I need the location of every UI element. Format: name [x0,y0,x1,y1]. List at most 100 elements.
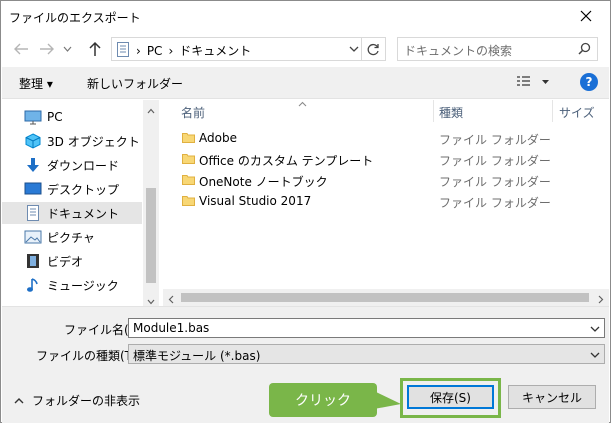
nav-item-label: PC [47,110,63,124]
file-row[interactable]: Adobe ファイル フォルダー [163,128,609,149]
nav-item-pc[interactable]: PC [2,106,142,128]
refresh-icon [367,43,379,55]
music-icon [24,277,42,293]
save-button-label: 保存(S) [430,390,471,405]
scroll-thumb[interactable] [146,188,156,283]
folder-icon [182,153,195,167]
filetype-label: ファイルの種類(T): [36,349,141,363]
arrow-up-icon [89,41,101,56]
file-list-horizontal-scrollbar[interactable] [163,289,609,306]
cancel-button-label: キャンセル [521,390,582,405]
view-list-icon [517,76,549,86]
organize-menu[interactable]: 整理 ▾ [19,75,53,92]
navigation-pane-scrollbar[interactable] [143,100,159,306]
column-header-size[interactable]: サイズ [559,100,595,122]
scroll-up-icon[interactable] [147,103,155,117]
folder-icon [182,195,195,209]
window-title: ファイルのエクスポート [9,11,141,25]
column-divider[interactable] [552,100,553,122]
nav-item-videos[interactable]: ビデオ [2,250,142,272]
sort-ascending-icon [298,96,307,110]
file-row[interactable]: Office のカスタム テンプレート ファイル フォルダー [163,149,609,170]
pc-icon [24,109,42,125]
documents-icon [24,205,42,221]
nav-item-3d-objects[interactable]: 3D オブジェクト [2,130,142,152]
breadcrumb-separator-icon: › [136,43,141,58]
column-divider[interactable] [433,100,434,122]
chevron-down-icon [590,326,600,332]
callout-pointer-icon [374,391,401,409]
help-button[interactable]: ? [580,73,598,91]
file-row[interactable]: OneNote ノートブック ファイル フォルダー [163,170,609,191]
refresh-button[interactable] [361,38,385,60]
save-button[interactable]: 保存(S) [407,385,494,409]
breadcrumb-pc[interactable]: PC [147,44,163,58]
file-type: ファイル フォルダー [439,196,551,210]
file-row[interactable]: Visual Studio 2017 ファイル フォルダー [163,191,609,212]
cancel-button[interactable]: キャンセル [508,385,596,409]
search-placeholder: ドキュメントの検索 [404,44,513,58]
documents-icon [116,42,130,60]
file-type: ファイル フォルダー [439,133,551,147]
column-header-type[interactable]: 種類 [439,100,463,122]
address-bar[interactable]: › PC › ドキュメント [111,37,386,61]
nav-item-documents[interactable]: ドキュメント [2,202,142,224]
search-input[interactable]: ドキュメントの検索 [397,37,598,61]
nav-item-desktop[interactable]: デスクトップ [2,178,142,200]
3d-objects-icon [24,133,42,149]
new-folder-button[interactable]: 新しいフォルダー [87,75,183,92]
callout-label: クリック [295,393,351,409]
view-options-button[interactable] [516,75,550,92]
nav-item-label: ドキュメント [47,206,120,221]
nav-item-label: ピクチャ [47,230,95,245]
filename-history-dropdown[interactable] [590,322,600,336]
scroll-left-icon[interactable] [168,293,174,307]
filetype-dropdown[interactable] [590,348,600,362]
up-button[interactable] [85,39,105,59]
title-bar: ファイルのエクスポート [1,1,610,32]
command-bar: 整理 ▾ 新しいフォルダー ? [2,67,609,99]
click-callout: クリック [269,383,377,417]
nav-item-label: デスクトップ [47,182,120,197]
breadcrumb-documents[interactable]: ドキュメント [179,42,251,59]
search-icon [578,42,591,58]
nav-item-pictures[interactable]: ピクチャ [2,226,142,248]
save-form: ファイル名(N): Module1.bas ファイルの種類(T): 標準モジュー… [2,306,609,423]
download-icon [24,157,42,173]
file-name: Office のカスタム テンプレート [199,154,374,168]
file-type: ファイル フォルダー [439,154,551,168]
filename-input[interactable]: Module1.bas [128,318,605,338]
chevron-down-icon [590,352,600,358]
video-icon [24,253,42,269]
navigation-pane: PC 3D オブジェクト ダウンロード デスクトップ ドキュメント ピクチャ ビ… [2,100,160,306]
nav-item-downloads[interactable]: ダウンロード [2,154,142,176]
navigation-bar: › PC › ドキュメント ドキュメントの検索 [1,35,610,63]
recent-locations-button[interactable] [61,39,73,59]
scroll-down-icon[interactable] [147,294,155,306]
desktop-icon [24,181,42,197]
filetype-select[interactable]: 標準モジュール (*.bas) [128,344,605,364]
file-name: OneNote ノートブック [199,175,328,189]
nav-item-label: 3D オブジェクト [47,134,140,149]
arrow-right-icon [40,43,54,55]
filetype-value: 標準モジュール (*.bas) [133,349,261,363]
breadcrumb: › PC › ドキュメント [136,42,251,59]
chevron-down-icon [349,46,359,52]
close-button[interactable] [566,1,606,31]
nav-item-label: ダウンロード [47,158,120,173]
pictures-icon [24,229,42,245]
nav-item-label: ミュージック [47,278,119,293]
nav-item-music[interactable]: ミュージック [2,274,142,296]
breadcrumb-separator-icon: › [168,43,174,58]
chevron-down-icon [63,46,71,52]
file-list: 名前 種類 サイズ Adobe ファイル フォルダー Office のカスタム … [163,100,609,306]
file-type: ファイル フォルダー [439,175,551,189]
address-dropdown-button[interactable] [349,42,359,56]
forward-button[interactable] [37,39,57,59]
hide-folders-toggle[interactable]: フォルダーの非表示 [14,392,140,409]
export-file-dialog: ファイルのエクスポート › PC › ドキュメント ドキュメントの検索 整理 ▾… [0,0,611,423]
column-header-name[interactable]: 名前 [181,100,205,122]
scroll-right-icon[interactable] [598,293,604,307]
back-button[interactable] [11,39,31,59]
scroll-thumb[interactable] [181,293,589,302]
